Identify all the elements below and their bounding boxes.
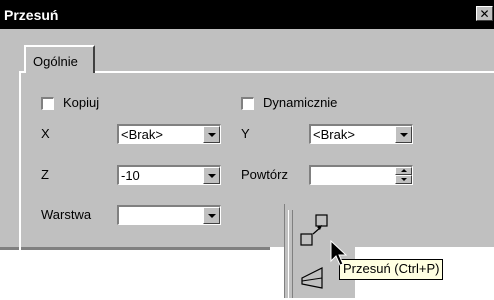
chevron-down-icon[interactable] — [395, 126, 412, 143]
close-button[interactable]: ✕ — [476, 6, 493, 21]
dynamicznie-checkbox[interactable] — [241, 97, 254, 110]
chevron-down-icon[interactable] — [203, 207, 220, 224]
tab-ogolnie[interactable]: Ogólnie — [24, 45, 95, 73]
x-combo[interactable]: <Brak> — [117, 124, 221, 144]
spin-up-icon[interactable] — [395, 167, 412, 175]
warstwa-label: Warstwa — [41, 207, 92, 222]
tooltip: Przesuń (Ctrl+P) — [339, 259, 444, 280]
powtorz-spinner[interactable] — [309, 165, 413, 185]
dynamicznie-label: Dynamicznie — [263, 95, 338, 110]
kopiuj-label: Kopiuj — [63, 95, 100, 110]
kopiuj-checkbox[interactable] — [41, 97, 54, 110]
chevron-down-icon[interactable] — [203, 126, 220, 143]
chevron-down-icon[interactable] — [203, 167, 220, 184]
z-label: Z — [41, 167, 49, 182]
x-label: X — [41, 126, 50, 141]
mouse-cursor-icon — [330, 240, 348, 266]
y-label: Y — [241, 126, 250, 141]
spin-down-icon[interactable] — [395, 175, 412, 184]
z-value: -10 — [121, 168, 140, 183]
close-icon: ✕ — [479, 7, 490, 21]
y-value: <Brak> — [313, 127, 355, 142]
powtorz-label: Powtórz — [241, 167, 288, 182]
toolbar-grip[interactable] — [288, 210, 293, 298]
title-bar[interactable]: Przesuń ✕ — [0, 0, 494, 29]
tab-label: Ogólnie — [33, 54, 78, 69]
x-value: <Brak> — [121, 127, 163, 142]
z-combo[interactable]: -10 — [117, 165, 221, 185]
warstwa-combo[interactable] — [117, 205, 221, 225]
window-title: Przesuń — [4, 7, 59, 23]
y-combo[interactable]: <Brak> — [309, 124, 413, 144]
